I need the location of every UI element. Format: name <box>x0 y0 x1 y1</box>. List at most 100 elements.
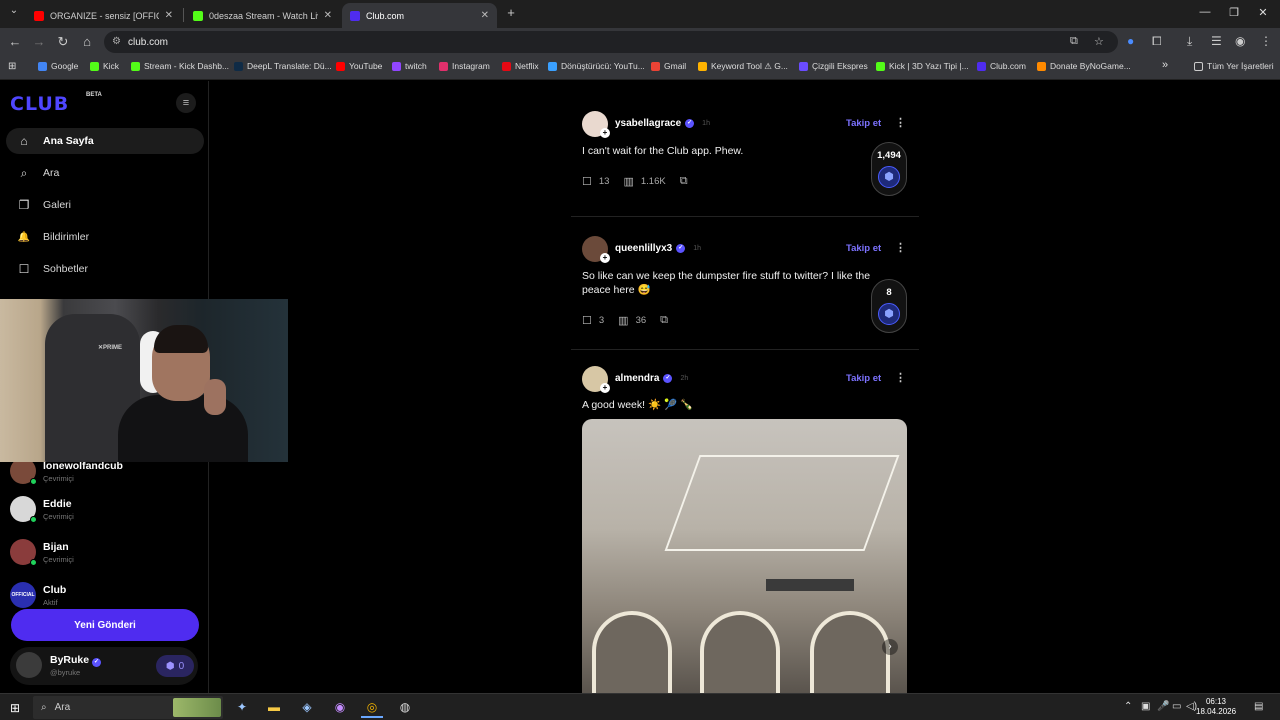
all-bookmarks-button[interactable]: Tüm Yer İşaretleri <box>1194 61 1274 71</box>
contact-item[interactable]: Eddie Çevrimiçi <box>10 491 200 527</box>
bookmark-item[interactable]: Club.com <box>977 61 1026 71</box>
profile-avatar-icon[interactable]: ◉ <box>1235 34 1245 48</box>
microphone-icon[interactable]: 🎤 <box>1157 701 1169 712</box>
browser-tab-kick[interactable]: 0deszaa Stream - Watch Live on ✕ <box>185 3 340 28</box>
forward-icon[interactable]: → <box>31 34 47 49</box>
file-explorer-icon[interactable]: ▬ <box>263 697 285 718</box>
site-info-icon[interactable]: ⚙ <box>112 36 121 47</box>
bookmark-label: Club.com <box>990 61 1026 71</box>
follow-button[interactable]: Takip et <box>846 243 881 254</box>
score-badge[interactable]: 1,494 ⬢ <box>871 142 907 196</box>
steam-icon[interactable]: ◈ <box>296 697 318 718</box>
close-window-icon[interactable]: ✕ <box>1248 6 1278 19</box>
home-icon[interactable]: ⌂ <box>79 34 95 49</box>
notification-icon[interactable]: ▤ <box>1254 701 1263 712</box>
new-tab-button[interactable]: + <box>503 5 519 20</box>
club-logo[interactable]: CLUB <box>10 93 69 115</box>
link-icon[interactable]: ⧉ <box>660 314 668 327</box>
bookmark-item[interactable]: Gmail <box>651 61 686 71</box>
browser-tab-club[interactable]: Club.com ✕ <box>342 3 497 28</box>
follow-button[interactable]: Takip et <box>846 118 881 129</box>
plus-icon[interactable]: + <box>600 253 610 263</box>
search-highlight-image <box>173 698 221 717</box>
bookmark-favicon-icon <box>234 61 243 71</box>
extension-icon[interactable]: ● <box>1127 34 1134 48</box>
plus-icon[interactable]: + <box>600 128 610 138</box>
bookmark-item[interactable]: Kick <box>90 61 119 71</box>
taskbar-clock[interactable]: 06:13 18.04.2026 <box>1196 697 1236 717</box>
bookmark-star-icon[interactable]: ☆ <box>1094 35 1104 48</box>
address-bar[interactable]: ⚙ club.com ⧉ ☆ <box>104 31 1118 53</box>
bookmark-label: Gmail <box>664 61 687 71</box>
username-text: queenlillyx3 <box>615 243 673 254</box>
discord-icon[interactable]: ◉ <box>329 697 351 718</box>
comment-icon[interactable]: ☐ <box>582 175 592 188</box>
bookmark-item[interactable]: Kick | 3D Yazı Tipi |... <box>876 61 969 71</box>
more-options-icon[interactable]: ⋮ <box>895 241 906 254</box>
bookmark-item[interactable]: Google <box>38 61 78 71</box>
contact-item[interactable]: OFFICIAL Club Aktif <box>10 577 200 613</box>
browser-tab-youtube[interactable]: ORGANIZE - sensiz [OFFICIAL M ✕ <box>26 3 181 28</box>
score-badge[interactable]: 8 ⬢ <box>871 279 907 333</box>
bookmark-item[interactable]: Keyword Tool ⚠ G... <box>698 61 788 72</box>
install-app-icon[interactable]: ⧉ <box>1070 35 1078 48</box>
reading-list-icon[interactable]: ☰ <box>1211 34 1222 48</box>
bookmark-item[interactable]: Donate ByNoGame... <box>1037 61 1131 71</box>
contact-item[interactable]: Bijan Çevrimiçi <box>10 534 200 570</box>
avatar <box>10 496 37 523</box>
new-post-button[interactable]: Yeni Gönderi <box>11 609 199 641</box>
windows-start-icon[interactable]: ⊞ <box>10 701 20 715</box>
post-photo[interactable]: › <box>582 419 907 693</box>
chat-icon: ☐ <box>18 262 30 276</box>
post-username[interactable]: queenlillyx3 ✓ 1h <box>615 243 701 254</box>
chrome-icon[interactable]: ◎ <box>361 697 383 718</box>
link-icon[interactable]: ⧉ <box>680 175 688 188</box>
minimize-window-icon[interactable]: — <box>1190 6 1220 18</box>
comment-icon[interactable]: ☐ <box>582 314 592 327</box>
close-tab-icon[interactable]: ✕ <box>324 10 332 21</box>
points-pill[interactable]: ⬢ 0 <box>156 655 194 677</box>
nav-chats[interactable]: ☐ Sohbetler <box>6 256 204 282</box>
restore-window-icon[interactable]: ❐ <box>1219 6 1249 19</box>
more-options-icon[interactable]: ⋮ <box>895 371 906 384</box>
bookmark-item[interactable]: Instagram <box>439 61 490 71</box>
next-image-icon[interactable]: › <box>882 639 898 655</box>
more-menu-icon[interactable]: ⋮ <box>1260 34 1272 48</box>
nav-notifications[interactable]: 🔔 Bildirimler <box>6 224 204 250</box>
back-icon[interactable]: ← <box>7 34 23 49</box>
bookmark-item[interactable]: Stream - Kick Dashb... <box>131 61 229 71</box>
apps-grid-icon[interactable]: ⊞ <box>8 61 16 72</box>
webcam-overlay: ✕PRIME <box>0 299 288 462</box>
post-time: 1h <box>693 245 702 252</box>
plus-icon[interactable]: + <box>600 383 610 393</box>
more-bookmarks-button[interactable]: » <box>1162 59 1168 71</box>
post-username[interactable]: almendra ✓ 2h <box>615 373 688 384</box>
bookmark-item[interactable]: twitch <box>392 61 427 71</box>
network-icon[interactable]: ▭ <box>1172 701 1181 712</box>
reload-icon[interactable]: ↻ <box>55 34 71 50</box>
bookmark-item[interactable]: Netflix <box>502 61 539 71</box>
nav-gallery[interactable]: ❐ Galeri <box>6 192 204 218</box>
bookmark-item[interactable]: DeepL Translate: Dü... <box>234 61 332 71</box>
tab-search-chevron-icon[interactable]: ⌄ <box>6 5 22 16</box>
app-icon-widget[interactable]: ✦ <box>231 697 253 718</box>
bookmark-label: Stream - Kick Dashb... <box>144 61 230 71</box>
post-username[interactable]: ysabellagrace ✓ 1h <box>615 118 710 129</box>
bookmark-item[interactable]: Çizgili Ekspres <box>799 61 868 71</box>
user-profile-box[interactable]: ByRuke ✓ @byruke ⬢ 0 <box>10 647 198 685</box>
bookmark-item[interactable]: YouTube <box>336 61 382 71</box>
sidebar-menu-button[interactable]: ≡ <box>176 93 196 113</box>
taskbar-search[interactable]: ⌕ Ara <box>33 696 223 719</box>
nav-search[interactable]: ⌕ Ara <box>6 160 204 186</box>
follow-button[interactable]: Takip et <box>846 373 881 384</box>
obs-icon[interactable]: ◍ <box>394 697 416 718</box>
download-icon[interactable]: ⤓ <box>1187 34 1192 49</box>
tray-chevron-icon[interactable]: ⌃ <box>1124 701 1132 712</box>
bookmark-item[interactable]: Dönüştürücü: YouTu... <box>548 61 645 71</box>
more-options-icon[interactable]: ⋮ <box>895 116 906 129</box>
nav-home[interactable]: ⌂ Ana Sayfa <box>6 128 204 154</box>
extensions-puzzle-icon[interactable]: ⧠ <box>1152 34 1162 49</box>
close-tab-icon[interactable]: ✕ <box>481 10 489 21</box>
close-tab-icon[interactable]: ✕ <box>165 10 173 21</box>
tray-app-icon[interactable]: ▣ <box>1141 701 1150 712</box>
